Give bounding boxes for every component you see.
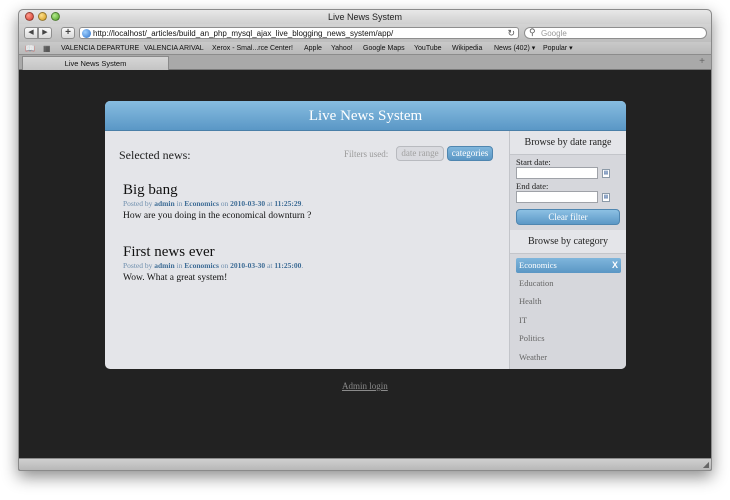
top-sites-grid-icon[interactable]: ▦ [43, 42, 51, 55]
bookmarks-bar: 📖 ▦ VALENCIA DEPARTURE VALENCIA ARIVAL X… [19, 42, 711, 55]
news-date: 2010-03-30 [230, 261, 266, 270]
bookmark-item[interactable]: Xerox - Smal...rce Center! [212, 42, 293, 55]
bookmark-item[interactable]: Yahoo! [331, 42, 353, 55]
window-title: Live News System [327, 12, 403, 22]
zoom-window-icon[interactable] [51, 12, 60, 21]
news-meta: Posted by admin in Economics on 2010-03-… [123, 261, 304, 270]
resize-grip-icon[interactable]: ◢ [703, 460, 709, 469]
news-author-link[interactable]: admin [154, 261, 174, 270]
news-category-link[interactable]: Economics [184, 261, 219, 270]
address-url: http://localhost/_articles/build_an_php_… [93, 29, 394, 38]
globe-icon [82, 29, 91, 38]
page-title: Live News System [105, 101, 626, 131]
bookmark-item[interactable]: VALENCIA DEPARTURE [61, 42, 139, 55]
news-item: First news ever Posted by admin in Econo… [123, 244, 503, 285]
start-date-label: Start date: [516, 157, 551, 167]
category-item-weather[interactable]: Weather [510, 348, 626, 367]
bookmark-item[interactable]: News (402) ▾ [494, 42, 535, 55]
end-date-input[interactable] [516, 191, 598, 203]
news-time: 11:25:00 [274, 261, 302, 270]
title-bar: Live News System [19, 10, 711, 24]
new-tab-icon[interactable]: + [699, 55, 705, 69]
end-date-label: End date: [516, 181, 549, 191]
news-time: 11:25:29 [274, 199, 302, 208]
search-field[interactable]: ⚲ Google [524, 27, 707, 39]
status-bar: ◢ [19, 458, 711, 470]
reload-icon[interactable]: ↻ [507, 28, 515, 38]
page-viewport: Live News System Selected news: Filters … [19, 70, 711, 470]
filters-used-label: Filters used: [344, 149, 389, 159]
category-item-education[interactable]: Education [510, 274, 626, 293]
close-window-icon[interactable] [25, 12, 34, 21]
news-meta: Posted by admin in Economics on 2010-03-… [123, 199, 304, 208]
category-item-it[interactable]: IT [510, 311, 626, 330]
search-placeholder: Google [541, 29, 567, 38]
filter-chip-categories[interactable]: categories [447, 146, 493, 161]
back-button[interactable]: ◀ [24, 27, 38, 39]
bookmark-item[interactable]: Google Maps [363, 42, 405, 55]
search-icon: ⚲ [529, 27, 536, 37]
category-item-politics[interactable]: Politics [510, 329, 626, 348]
bookmark-item[interactable]: Wikipedia [452, 42, 482, 55]
bookmark-item[interactable]: YouTube [414, 42, 442, 55]
address-bar[interactable]: http://localhost/_articles/build_an_php_… [79, 27, 519, 39]
remove-category-icon[interactable]: X [612, 258, 618, 273]
browser-toolbar: ◀ ▶ + http://localhost/_articles/build_a… [19, 24, 711, 42]
selected-news-label: Selected news: [119, 148, 191, 162]
date-range-heading: Browse by date range [510, 131, 626, 155]
bookmark-item[interactable]: VALENCIA ARIVAL [144, 42, 204, 55]
browser-window: Live News System ◀ ▶ + http://localhost/… [18, 9, 712, 471]
news-body: How are you doing in the economical down… [123, 211, 312, 221]
calendar-icon[interactable]: ▦ [602, 193, 610, 202]
news-date: 2010-03-30 [230, 199, 266, 208]
category-label: Economics [519, 260, 557, 270]
news-category-link[interactable]: Economics [184, 199, 219, 208]
news-body: Wow. What a great system! [123, 273, 228, 283]
filter-sidebar: Browse by date range Start date: ▦ End d… [509, 131, 626, 369]
bookmark-item[interactable]: Apple [304, 42, 322, 55]
news-panel: Live News System Selected news: Filters … [105, 101, 626, 369]
tab-live-news[interactable]: Live News System [22, 56, 169, 70]
start-date-input[interactable] [516, 167, 598, 179]
reading-list-icon[interactable]: 📖 [25, 42, 35, 55]
bookmark-item[interactable]: Popular ▾ [543, 42, 573, 55]
news-title: Big bang [123, 182, 178, 198]
news-author-link[interactable]: admin [154, 199, 174, 208]
category-list: Economics X Education Health IT Politics… [510, 255, 626, 366]
filter-chip-date-range[interactable]: date range [396, 146, 444, 161]
admin-login-link[interactable]: Admin login [342, 381, 388, 391]
forward-button[interactable]: ▶ [38, 27, 52, 39]
news-item: Big bang Posted by admin in Economics on… [123, 182, 503, 223]
news-main: Selected news: Filters used: date range … [105, 131, 509, 369]
news-title: First news ever [123, 244, 215, 260]
category-heading: Browse by category [510, 230, 626, 254]
category-item-economics[interactable]: Economics X [516, 258, 621, 273]
category-item-health[interactable]: Health [510, 292, 626, 311]
clear-filter-button[interactable]: Clear filter [516, 209, 620, 225]
calendar-icon[interactable]: ▦ [602, 169, 610, 178]
add-bookmark-button[interactable]: + [61, 27, 75, 39]
minimize-window-icon[interactable] [38, 12, 47, 21]
tab-bar: Live News System + [19, 55, 711, 70]
